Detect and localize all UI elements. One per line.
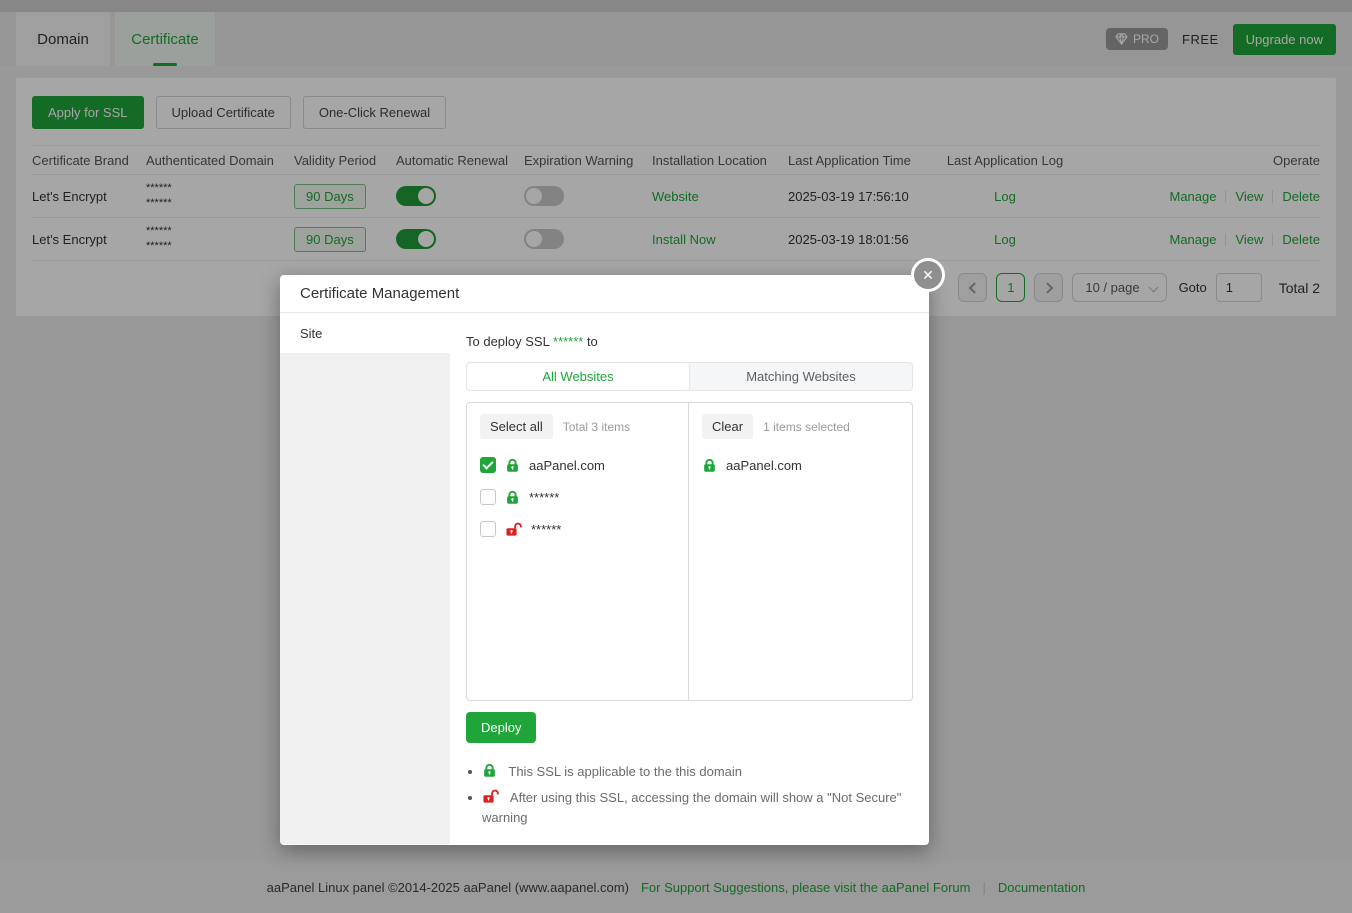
source-panel-header: Select all Total 3 items bbox=[480, 414, 675, 439]
list-item: ****** bbox=[480, 513, 675, 545]
sidebar-item-site[interactable]: Site bbox=[280, 313, 450, 353]
selected-site-label: aaPanel.com bbox=[726, 458, 802, 473]
target-panel-summary: 1 items selected bbox=[763, 420, 850, 434]
site-label[interactable]: ****** bbox=[529, 490, 559, 505]
site-label[interactable]: ****** bbox=[531, 522, 561, 537]
checkbox-unchecked[interactable] bbox=[480, 489, 496, 505]
list-item: aaPanel.com bbox=[702, 449, 899, 481]
tab-all-websites[interactable]: All Websites bbox=[467, 363, 690, 390]
deploy-text-prefix: To deploy SSL bbox=[466, 334, 553, 349]
source-panel: Select all Total 3 items aaPanel.com bbox=[467, 403, 689, 700]
note-secure: This SSL is applicable to the this domai… bbox=[466, 762, 906, 782]
modal-sidebar: Site bbox=[280, 313, 450, 844]
lock-closed-icon bbox=[702, 458, 717, 473]
note-text: This SSL is applicable to the this domai… bbox=[508, 764, 742, 779]
note-text: After using this SSL, accessing the doma… bbox=[482, 790, 901, 825]
website-filter-tabs: All Websites Matching Websites bbox=[466, 362, 913, 391]
deploy-button[interactable]: Deploy bbox=[466, 712, 536, 743]
bullet-icon bbox=[468, 796, 472, 800]
close-icon[interactable]: ✕ bbox=[911, 258, 945, 292]
screen: Domain Certificate PRO FREE Upgrade now … bbox=[0, 0, 1352, 913]
ssl-domain-masked: ****** bbox=[553, 334, 583, 349]
lock-closed-icon bbox=[482, 763, 497, 778]
select-all-button[interactable]: Select all bbox=[480, 414, 553, 439]
note-insecure: After using this SSL, accessing the doma… bbox=[466, 788, 906, 828]
checkbox-checked[interactable] bbox=[480, 457, 496, 473]
checkbox-unchecked[interactable] bbox=[480, 521, 496, 537]
target-panel: Clear 1 items selected aaPanel.com bbox=[689, 403, 912, 700]
lock-closed-icon bbox=[505, 490, 520, 505]
list-item: aaPanel.com bbox=[480, 449, 675, 481]
notes: This SSL is applicable to the this domai… bbox=[466, 762, 913, 828]
site-label[interactable]: aaPanel.com bbox=[529, 458, 605, 473]
lock-open-icon bbox=[505, 522, 522, 537]
deploy-ssl-text: To deploy SSL ****** to bbox=[466, 334, 913, 349]
tab-matching-websites[interactable]: Matching Websites bbox=[690, 363, 912, 390]
target-panel-header: Clear 1 items selected bbox=[702, 414, 899, 439]
lock-open-icon bbox=[482, 789, 499, 804]
source-panel-summary: Total 3 items bbox=[563, 420, 630, 434]
deploy-text-suffix: to bbox=[583, 334, 597, 349]
bullet-icon bbox=[468, 770, 472, 774]
modal-content: To deploy SSL ****** to All Websites Mat… bbox=[450, 313, 929, 844]
modal-body: Site To deploy SSL ****** to All Website… bbox=[280, 313, 929, 844]
clear-button[interactable]: Clear bbox=[702, 414, 753, 439]
lock-closed-icon bbox=[505, 458, 520, 473]
website-transfer: Select all Total 3 items aaPanel.com bbox=[466, 402, 913, 701]
certificate-management-modal: ✕ Certificate Management Site To deploy … bbox=[280, 275, 929, 845]
modal-title: Certificate Management bbox=[280, 275, 929, 313]
list-item: ****** bbox=[480, 481, 675, 513]
